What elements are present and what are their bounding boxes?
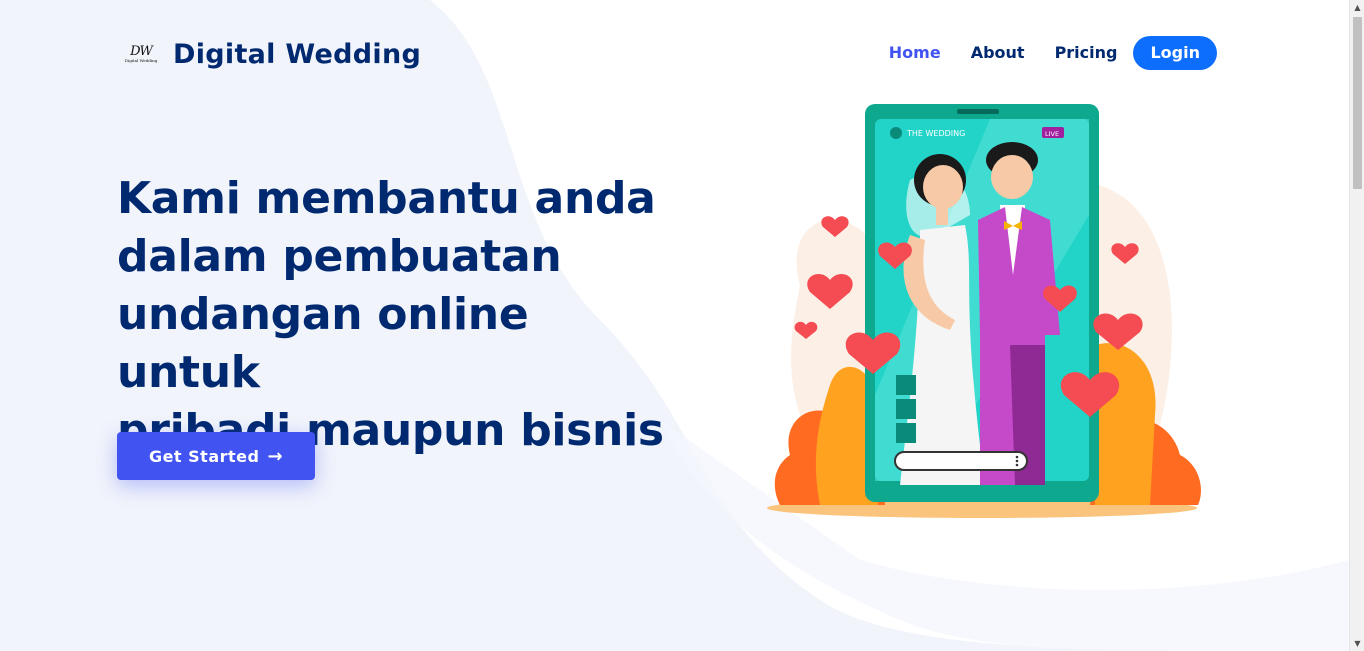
scroll-down-arrow-icon[interactable]: ▼ (1350, 636, 1364, 651)
brand-logo[interactable]: DW Digital Wedding Digital Wedding (121, 34, 421, 74)
main-nav: Home About Pricing Login (859, 36, 1217, 70)
groom-face (991, 155, 1033, 199)
more-dots-icon (1015, 459, 1019, 463)
bride-neck (936, 205, 948, 225)
hero-headline: Kami membantu anda dalam pembuatan undan… (117, 170, 677, 460)
hero-headline-line: dalam pembuatan (117, 231, 562, 282)
get-started-label: Get Started (148, 446, 260, 466)
logo-mark: DW Digital Wedding (121, 34, 161, 74)
nav-home-link[interactable]: Home (889, 36, 941, 70)
leaf-right-yellow (1095, 343, 1156, 505)
wedding-phone-illustration: THE WEDDING LIVE (767, 104, 1201, 518)
more-dots-icon (1015, 463, 1019, 467)
hero-section: Kami membantu anda dalam pembuatan undan… (117, 170, 677, 460)
viewer-icon (896, 375, 916, 395)
viewer-icon (896, 423, 916, 443)
scroll-up-arrow-icon[interactable]: ▲ (1350, 0, 1364, 15)
screen-title: THE WEDDING (906, 129, 965, 138)
bride-face (923, 165, 963, 209)
brand-name: Digital Wedding (173, 38, 422, 70)
viewer-icon (896, 399, 916, 419)
hero-headline-line: Kami membantu anda (117, 173, 656, 224)
login-button[interactable]: Login (1133, 36, 1217, 70)
nav-about-link[interactable]: About (971, 36, 1025, 70)
vertical-scrollbar[interactable]: ▲ ▼ (1349, 0, 1364, 651)
get-started-button[interactable]: Get Started → (117, 432, 315, 480)
arrow-right-icon: → (267, 445, 284, 467)
more-dots-icon (1015, 455, 1019, 459)
screen-avatar-icon (890, 127, 902, 139)
hero-headline-line: undangan online untuk (117, 289, 529, 398)
site-header: DW Digital Wedding Digital Wedding Home … (0, 0, 1349, 106)
nav-pricing-link[interactable]: Pricing (1055, 36, 1118, 70)
phone-speaker (957, 109, 999, 114)
logo-mark-subtitle: Digital Wedding (124, 58, 158, 63)
scrollbar-thumb[interactable] (1353, 17, 1362, 189)
logo-mark-letters: DW (130, 44, 153, 59)
live-badge-label: LIVE (1045, 130, 1059, 138)
comment-bar (894, 451, 1028, 471)
